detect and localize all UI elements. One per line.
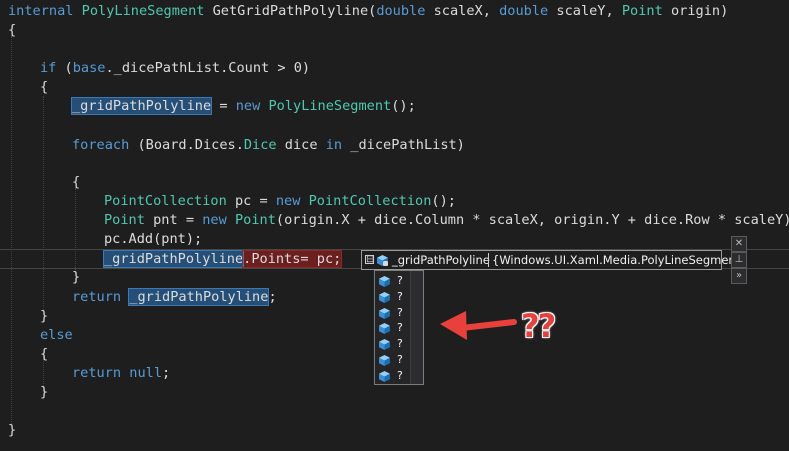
code-line[interactable]: _gridPathPolyline = new PolyLineSegment(… — [70, 97, 416, 115]
cube-icon — [379, 355, 390, 366]
code-line[interactable]: { — [8, 21, 16, 39]
member-label: ? — [397, 368, 403, 382]
member-item[interactable]: ? — [377, 305, 411, 320]
scrollbar[interactable] — [410, 271, 423, 384]
member-item[interactable]: ? — [377, 336, 411, 351]
cube-icon — [379, 307, 390, 319]
member-label: ? — [397, 337, 403, 351]
member-item[interactable]: ? — [377, 352, 411, 367]
code-line[interactable]: { — [40, 78, 48, 96]
member-label: ? — [397, 321, 403, 335]
question-annotation: ?? — [521, 307, 556, 345]
member-item[interactable]: ? — [377, 320, 411, 335]
indent-guide — [11, 36, 12, 424]
code-line[interactable]: { — [72, 173, 80, 191]
code-line[interactable]: PointCollection pc = new PointCollection… — [104, 192, 456, 210]
datatip-name: _gridPathPolyline — [392, 253, 490, 267]
expand-comments-icon[interactable]: » — [731, 268, 747, 284]
code-line[interactable]: else — [40, 326, 73, 344]
member-item[interactable]: ? — [377, 289, 411, 304]
pin-icon[interactable]: ⊥ — [731, 252, 747, 268]
code-line[interactable]: if (base._dicePathList.Count > 0) — [40, 59, 310, 77]
code-line[interactable]: } — [8, 421, 16, 439]
cube-icon — [379, 291, 390, 303]
code-line[interactable]: Point pnt = new Point(origin.X + dice.Co… — [104, 211, 789, 229]
collapse-toggle[interactable]: ⊟ — [365, 255, 374, 265]
lock-icon — [383, 261, 388, 266]
code-line[interactable]: } — [40, 307, 48, 325]
code-line[interactable]: } — [40, 383, 48, 401]
member-label: ? — [397, 274, 403, 287]
member-label: ? — [397, 289, 403, 303]
code-line[interactable]: internal PolyLineSegment GetGridPathPoly… — [8, 2, 728, 20]
close-icon[interactable]: ✕ — [731, 236, 747, 252]
code-line[interactable]: { — [40, 345, 48, 363]
cube-icon — [379, 370, 390, 382]
code-line[interactable]: return null; — [72, 364, 170, 382]
indent-guide — [43, 96, 44, 310]
highlighted-field[interactable]: _gridPathPolyline — [102, 250, 245, 268]
member-label: ? — [397, 353, 403, 366]
highlighted-field[interactable]: _gridPathPolyline — [70, 97, 213, 115]
code-line[interactable]: } — [72, 268, 80, 286]
code-line[interactable]: return _gridPathPolyline; — [72, 288, 277, 306]
cube-icon — [379, 339, 390, 351]
code-line[interactable]: foreach (Board.Dices.Dice dice in _diceP… — [72, 136, 465, 154]
code-line[interactable]: _gridPathPolyline.Points= pc; — [102, 250, 343, 268]
text-cursor — [488, 253, 489, 267]
member-item[interactable]: ? — [377, 368, 411, 383]
cube-icon — [379, 323, 390, 335]
member-label: ? — [397, 305, 403, 319]
member-item[interactable]: ? — [377, 273, 411, 288]
datatip[interactable]: ⊟ _gridPathPolyline {Windows.UI.Xaml.Med… — [361, 250, 748, 270]
red-arrow-annotation — [440, 311, 517, 340]
cube-icon — [379, 276, 390, 287]
code-line[interactable]: pc.Add(pnt); — [104, 230, 202, 248]
highlighted-field[interactable]: _gridPathPolyline — [128, 288, 270, 306]
datatip-value: {Windows.UI.Xaml.Media.PolyLineSegment} — [492, 253, 748, 267]
datatip-members-list[interactable]: ??????? — [374, 270, 424, 385]
error-highlight: .Points= pc; — [242, 250, 343, 268]
